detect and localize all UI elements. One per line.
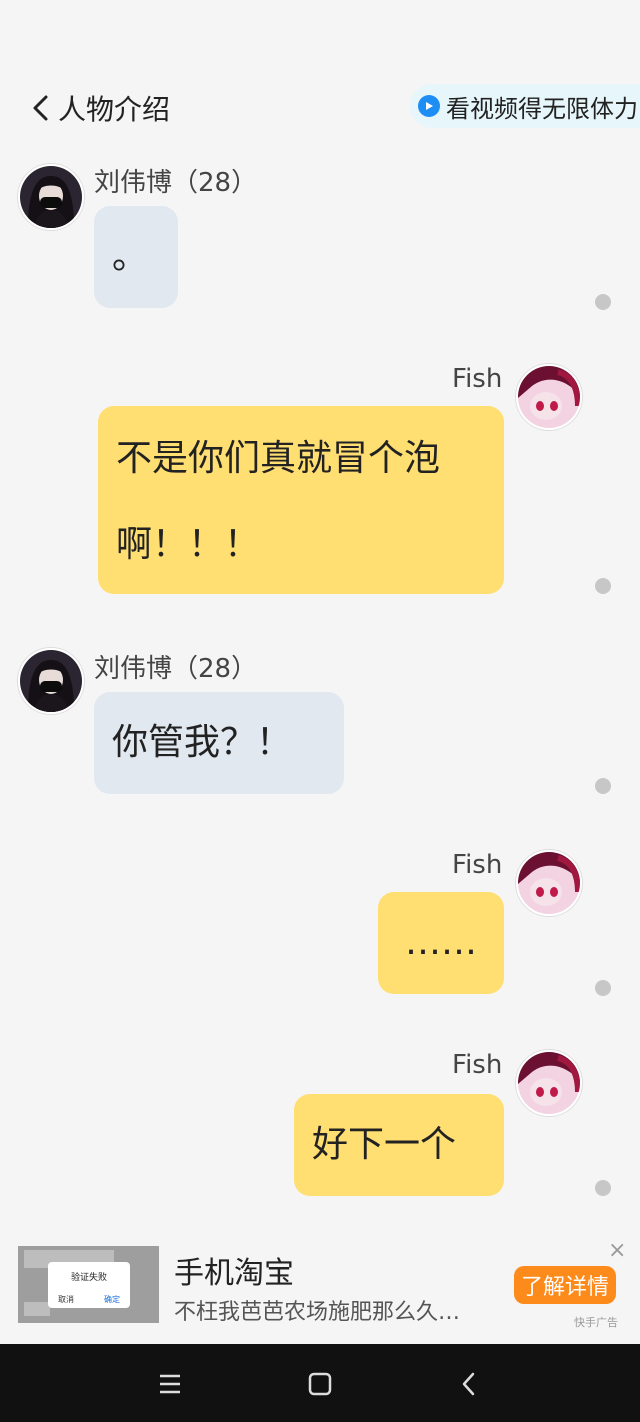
- ad-cta-button[interactable]: 了解详情: [514, 1266, 616, 1304]
- ad-thumb-dialog-title: 验证失败: [70, 1273, 107, 1283]
- promo-label: 看视频得无限体力: [446, 94, 638, 123]
- ad-thumb-dialog: 验证失败 取消 确定: [48, 1262, 130, 1308]
- back-label: 人物介绍: [58, 93, 171, 126]
- message-bubble[interactable]: 好下一个: [294, 1094, 504, 1196]
- play-icon: [418, 95, 440, 117]
- ad-thumb-text-block: [24, 1302, 50, 1316]
- avatar-other[interactable]: [18, 648, 84, 714]
- message-status-dot: [595, 1180, 611, 1196]
- back-button[interactable]: 人物介绍: [30, 86, 170, 130]
- ad-thumbnail[interactable]: 验证失败 取消 确定: [18, 1246, 159, 1323]
- message-status-dot: [595, 778, 611, 794]
- avatar-self[interactable]: [516, 850, 582, 916]
- message-bubble[interactable]: 不是你们真就冒个泡 啊！！！: [98, 406, 504, 594]
- message-text-line: 不是你们真就冒个泡: [116, 438, 441, 479]
- message-bubble[interactable]: ……: [378, 892, 504, 994]
- message-text-line: 啊！！！: [116, 524, 261, 565]
- back-triangle-icon[interactable]: [452, 1366, 488, 1402]
- message-status-dot: [595, 980, 611, 996]
- menu-icon[interactable]: [152, 1366, 188, 1402]
- ad-source-label: 快手广告: [574, 1316, 618, 1329]
- sender-name: Fish: [452, 1050, 503, 1080]
- avatar-self[interactable]: [516, 364, 582, 430]
- avatar-self[interactable]: [516, 1050, 582, 1116]
- ad-description[interactable]: 不枉我芭芭农场施肥那么久…: [174, 1294, 460, 1326]
- message-bubble[interactable]: 你管我？！: [94, 692, 344, 794]
- home-square-icon[interactable]: [302, 1366, 338, 1402]
- message-status-dot: [595, 578, 611, 594]
- avatar-other[interactable]: [18, 164, 84, 230]
- sender-name: Fish: [452, 850, 503, 880]
- ad-thumb-dialog-ok: 确定: [104, 1295, 120, 1304]
- message-bubble[interactable]: 。: [94, 206, 178, 308]
- promo-banner[interactable]: 看视频得无限体力: [410, 84, 640, 128]
- ad-close-icon[interactable]: ×: [608, 1238, 626, 1263]
- ad-title[interactable]: 手机淘宝: [174, 1248, 294, 1292]
- ad-thumb-dialog-cancel: 取消: [58, 1295, 74, 1304]
- message-status-dot: [595, 294, 611, 310]
- sender-name: Fish: [452, 364, 503, 394]
- sender-name: 刘伟博（28）: [94, 168, 258, 198]
- chevron-left-icon: [33, 95, 48, 121]
- sender-name: 刘伟博（28）: [94, 654, 258, 684]
